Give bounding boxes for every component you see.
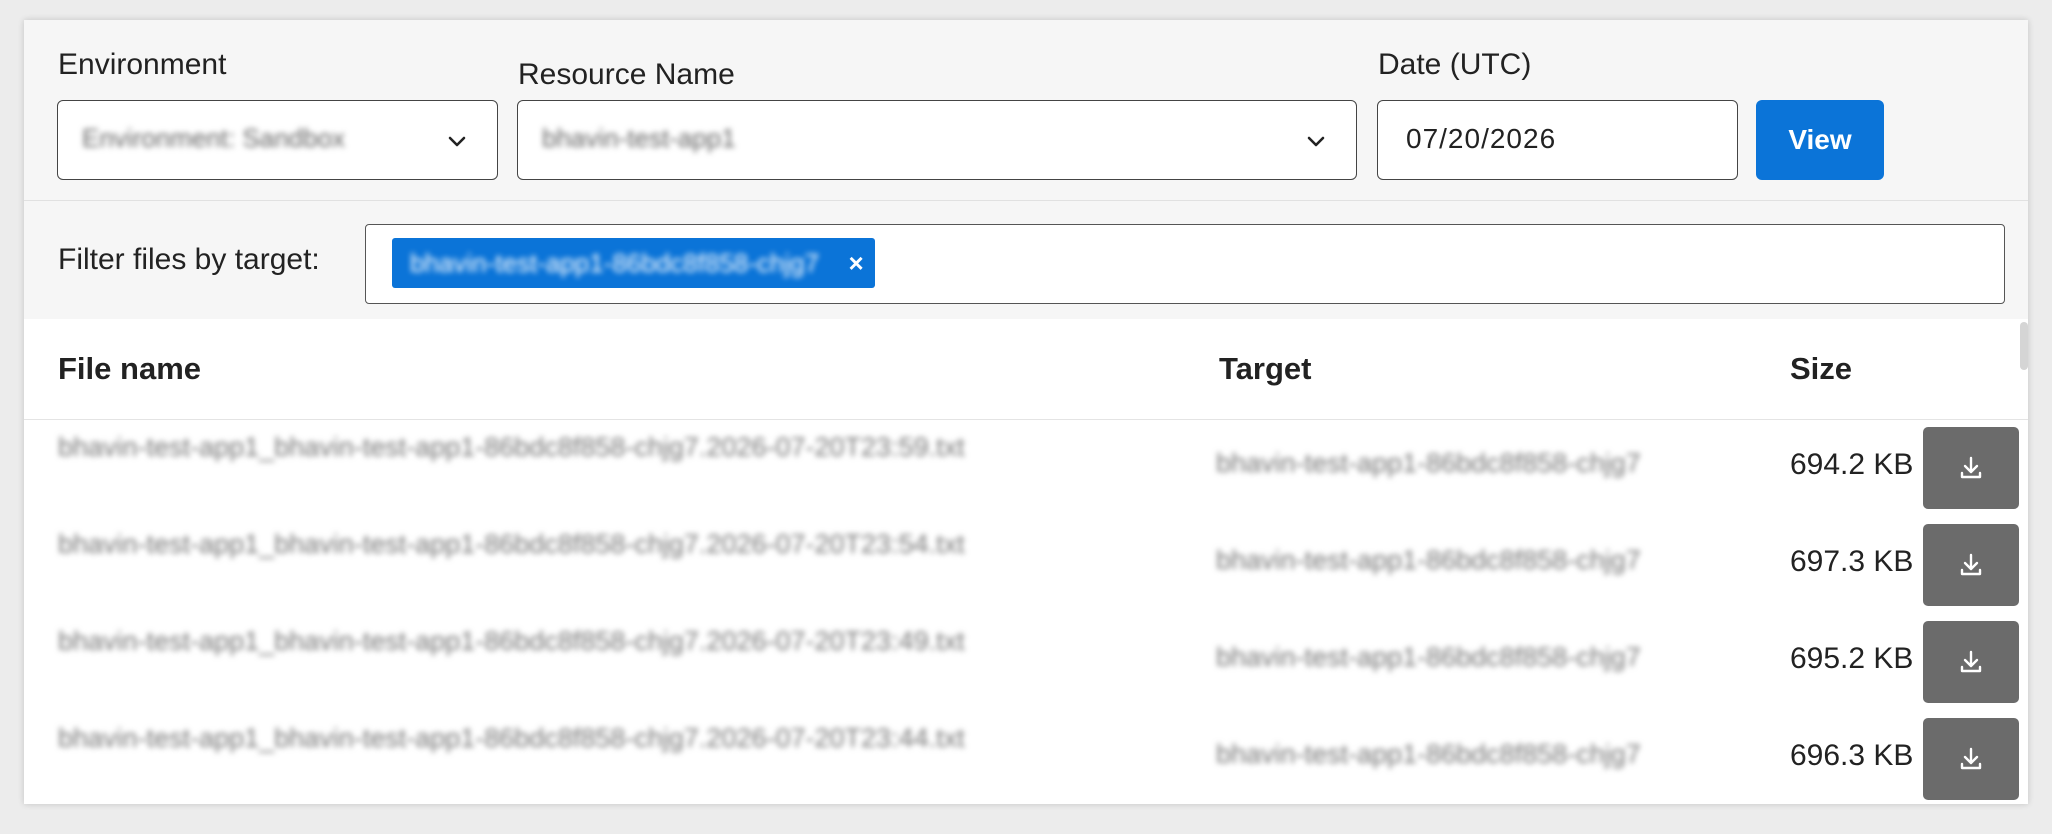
download-button[interactable]: [1923, 718, 2019, 800]
date-input-value: 07/20/2026: [1406, 123, 1557, 154]
resource-name-label: Resource Name: [518, 58, 735, 91]
column-header-target: Target: [1219, 351, 1312, 386]
filter-row: Filter files by target: bhavin-test-app1…: [24, 201, 2028, 319]
target-filter-chip-label: bhavin-test-app1-86bdc8f858-chjg7: [410, 247, 820, 278]
date-input[interactable]: 07/20/2026: [1377, 100, 1738, 180]
size-cell: 697.3 KB: [1790, 545, 1914, 578]
target-cell: bhavin-test-app1-86bdc8f858-chjg7: [1216, 642, 1641, 672]
chevron-down-icon: [1307, 136, 1325, 147]
file-name-cell: bhavin-test-app1_bhavin-test-app1-86bdc8…: [58, 626, 965, 656]
download-icon: [1960, 747, 1982, 770]
target-cell: bhavin-test-app1-86bdc8f858-chjg7: [1216, 545, 1641, 575]
size-cell: 695.2 KB: [1790, 642, 1914, 675]
target-filter-chip: bhavin-test-app1-86bdc8f858-chjg7 ×: [392, 238, 876, 288]
environment-select-value: Environment: Sandbox: [82, 123, 346, 153]
environment-select[interactable]: Environment: Sandbox: [57, 100, 498, 180]
file-name-cell: bhavin-test-app1_bhavin-test-app1-86bdc8…: [58, 723, 965, 753]
chevron-down-icon: [448, 136, 466, 147]
download-icon: [1960, 553, 1982, 576]
environment-label: Environment: [58, 48, 227, 81]
chip-remove-icon[interactable]: ×: [837, 238, 875, 288]
target-filter-input[interactable]: bhavin-test-app1-86bdc8f858-chjg7 ×: [365, 224, 2005, 304]
table-header: File name Target Size: [24, 319, 2028, 420]
table-row: bhavin-test-app1_bhavin-test-app1-86bdc8…: [24, 614, 2028, 712]
log-files-panel: Environment Environment: Sandbox Resourc…: [24, 20, 2028, 804]
file-name-cell: bhavin-test-app1_bhavin-test-app1-86bdc8…: [58, 529, 965, 559]
table-scrollbar[interactable]: [2020, 322, 2028, 370]
file-name-cell: bhavin-test-app1_bhavin-test-app1-86bdc8…: [58, 432, 965, 462]
resource-name-select[interactable]: bhavin-test-app1: [517, 100, 1357, 180]
target-cell: bhavin-test-app1-86bdc8f858-chjg7: [1216, 448, 1641, 478]
column-header-file-name: File name: [58, 351, 201, 386]
filter-label: Filter files by target:: [58, 243, 320, 276]
download-icon: [1960, 456, 1982, 479]
download-button[interactable]: [1923, 621, 2019, 703]
column-header-size: Size: [1790, 351, 1853, 386]
controls-bar: Environment Environment: Sandbox Resourc…: [24, 20, 2028, 201]
view-button[interactable]: View: [1756, 100, 1884, 180]
size-cell: 694.2 KB: [1790, 448, 1914, 481]
download-button[interactable]: [1923, 427, 2019, 509]
target-cell: bhavin-test-app1-86bdc8f858-chjg7: [1216, 739, 1641, 769]
download-button[interactable]: [1923, 524, 2019, 606]
size-cell: 696.3 KB: [1790, 739, 1914, 772]
resource-name-select-value: bhavin-test-app1: [542, 123, 736, 153]
table-row: bhavin-test-app1_bhavin-test-app1-86bdc8…: [24, 711, 2028, 804]
date-label: Date (UTC): [1378, 48, 1532, 81]
table-row: bhavin-test-app1_bhavin-test-app1-86bdc8…: [24, 420, 2028, 518]
table-row: bhavin-test-app1_bhavin-test-app1-86bdc8…: [24, 517, 2028, 615]
download-icon: [1960, 650, 1982, 673]
